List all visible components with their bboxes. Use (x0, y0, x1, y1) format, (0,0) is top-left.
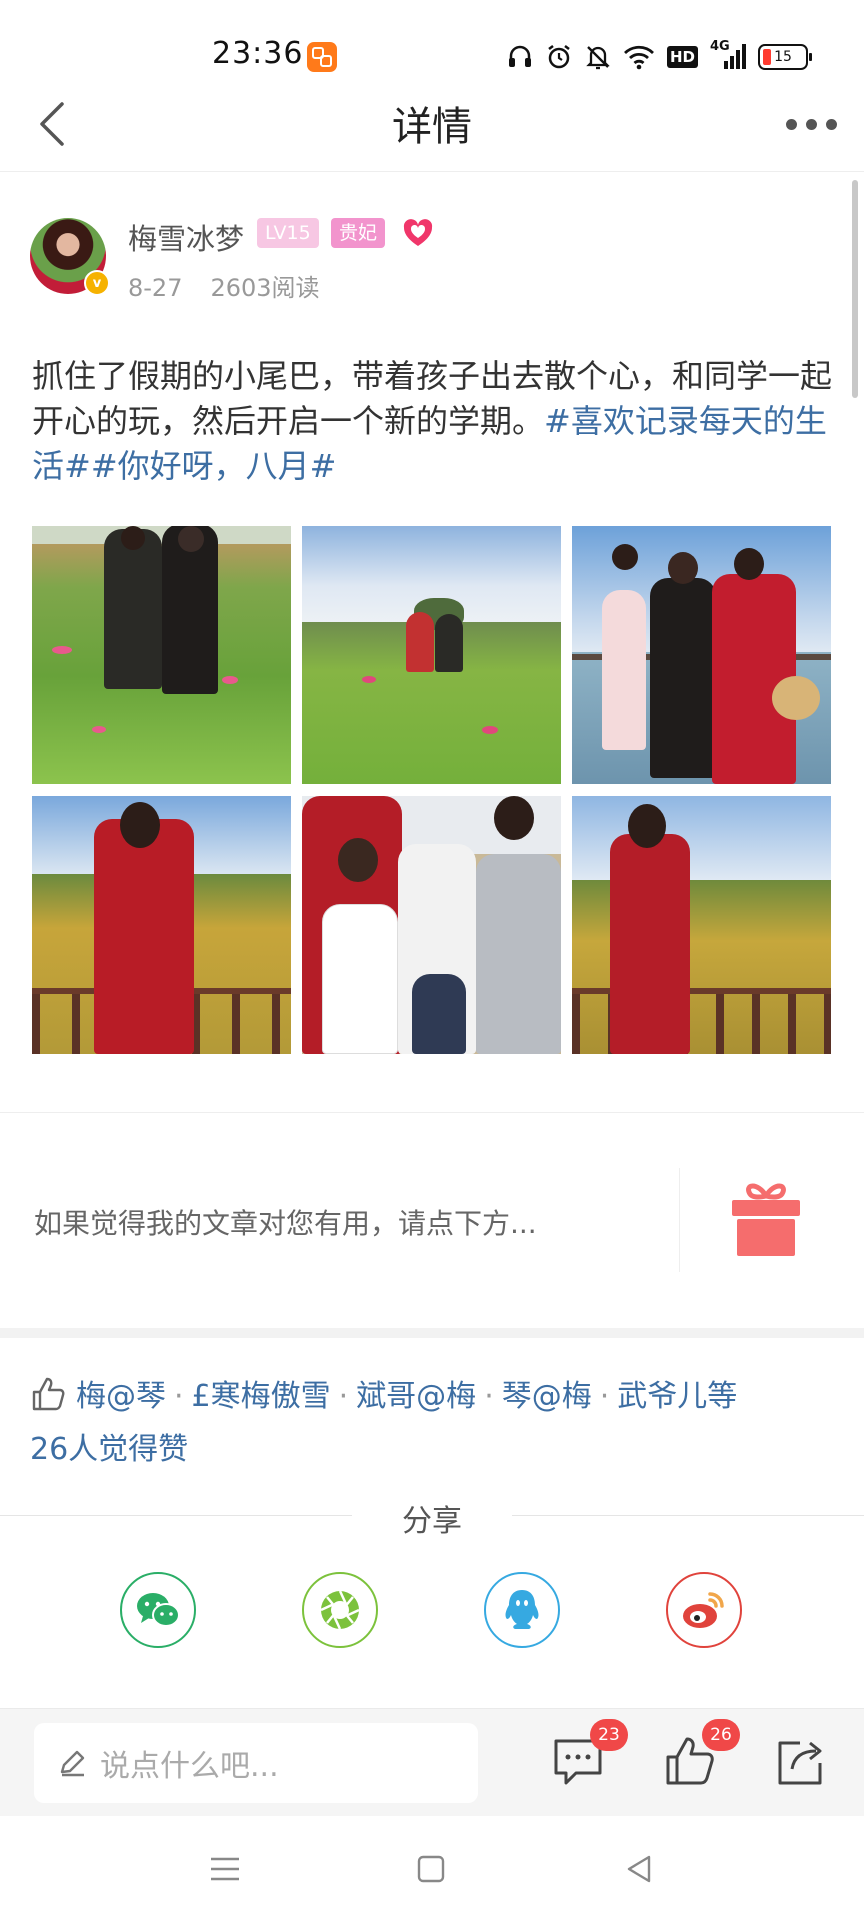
battery-level: 15 (774, 49, 792, 65)
section-divider (0, 1328, 864, 1338)
heart-icon (403, 219, 433, 246)
hd-icon: HD (666, 43, 698, 71)
scrollbar-thumb[interactable] (852, 180, 858, 398)
status-time: 23:36 (212, 36, 304, 71)
alarm-icon (545, 43, 573, 71)
mute-icon (585, 43, 611, 71)
system-nav-bar (0, 1816, 864, 1920)
comment-bar: 说点什么吧... 23 26 (0, 1708, 864, 1816)
reward-divider (679, 1168, 680, 1272)
home-button[interactable] (406, 1844, 456, 1894)
photo-flower-field-two-women[interactable] (32, 526, 291, 784)
photo-flower-field-sky[interactable] (302, 526, 561, 784)
liker-name[interactable]: 武爷儿等 (617, 1379, 737, 1414)
headphones-icon (507, 43, 533, 71)
share-icon (778, 1741, 822, 1785)
verified-icon: v (84, 270, 110, 296)
photo-grid (32, 526, 832, 1054)
share-weibo-button[interactable] (666, 1572, 742, 1648)
share-moments-button[interactable] (302, 1572, 378, 1648)
author-name[interactable]: 梅雪冰梦 (128, 216, 244, 258)
network-label: 4G (710, 39, 730, 54)
hd-label: HD (666, 46, 698, 68)
liker-name[interactable]: £寒梅傲雪 (192, 1379, 331, 1414)
weibo-icon (683, 1592, 724, 1628)
gift-icon[interactable] (730, 1178, 802, 1258)
menu-button[interactable] (200, 1844, 250, 1894)
vip-badge: 贵妃 (331, 218, 386, 248)
post-body: 抓住了假期的小尾巴，带着孩子出去散个心，和同学一起开心的玩，然后开启一个新的学期… (32, 354, 836, 489)
top-nav-bar: 详情 (0, 80, 864, 172)
pencil-icon (60, 1750, 85, 1777)
wechat-icon (137, 1593, 180, 1627)
comment-placeholder: 说点什么吧... (100, 1749, 279, 1784)
read-count: 2603阅读 (210, 274, 320, 302)
battery-icon: 15 (758, 43, 812, 71)
share-wechat-button[interactable] (120, 1572, 196, 1648)
reward-prompt: 如果觉得我的文章对您有用，请点下方... (34, 1207, 537, 1240)
likes-count-text[interactable]: 26人觉得赞 (30, 1432, 188, 1467)
liker-name[interactable]: 斌哥@梅 (356, 1379, 476, 1414)
like-count-badge: 26 (702, 1719, 740, 1751)
avatar[interactable]: v (30, 218, 110, 296)
photo-sunflower-red-dress[interactable] (32, 796, 291, 1054)
wifi-icon (623, 43, 655, 71)
share-button[interactable] (770, 1731, 830, 1791)
likes-summary: 梅@琴 · £寒梅傲雪 · 斌哥@梅 · 琴@梅 · 武爷儿等 26人觉得赞 (30, 1370, 840, 1476)
post-meta: 8-27 2603阅读 (128, 268, 320, 303)
photo-lake-woman-child[interactable] (572, 526, 831, 784)
app-icon (307, 42, 337, 72)
level-badge: LV15 (257, 218, 319, 248)
more-dot (805, 118, 817, 130)
back-nav-button[interactable] (614, 1844, 664, 1894)
comment-input[interactable]: 说点什么吧... (34, 1723, 478, 1803)
moments-icon (320, 1590, 360, 1630)
qq-icon (505, 1590, 539, 1629)
signal-icon: 4G (710, 39, 746, 71)
share-qq-button[interactable] (484, 1572, 560, 1648)
liker-name[interactable]: 琴@梅 (502, 1379, 592, 1414)
comment-count-badge: 23 (590, 1719, 628, 1751)
triangle-back-icon (627, 1855, 651, 1883)
detail-page: 23:36 HD 4G 15 详情 v 梅雪冰梦 LV15 贵妃 8-27 26… (0, 0, 864, 1920)
liker-name[interactable]: 梅@琴 (76, 1379, 166, 1414)
thumbs-up-icon (32, 1377, 65, 1411)
photo-sunflower-railing[interactable] (572, 796, 831, 1054)
status-icons: HD 4G 15 (507, 39, 812, 74)
page-title: 详情 (392, 104, 472, 150)
photo-three-boys[interactable] (302, 796, 561, 1054)
more-button[interactable] (776, 94, 846, 154)
comments-button[interactable]: 23 (548, 1719, 628, 1791)
home-square-icon (417, 1855, 445, 1883)
post-date: 8-27 (128, 274, 183, 302)
more-dot (785, 118, 797, 130)
more-dot (825, 118, 837, 130)
divider (0, 1112, 864, 1113)
like-button[interactable]: 26 (660, 1719, 740, 1791)
menu-icon (211, 1857, 239, 1881)
share-label: 分享 (402, 1504, 462, 1539)
